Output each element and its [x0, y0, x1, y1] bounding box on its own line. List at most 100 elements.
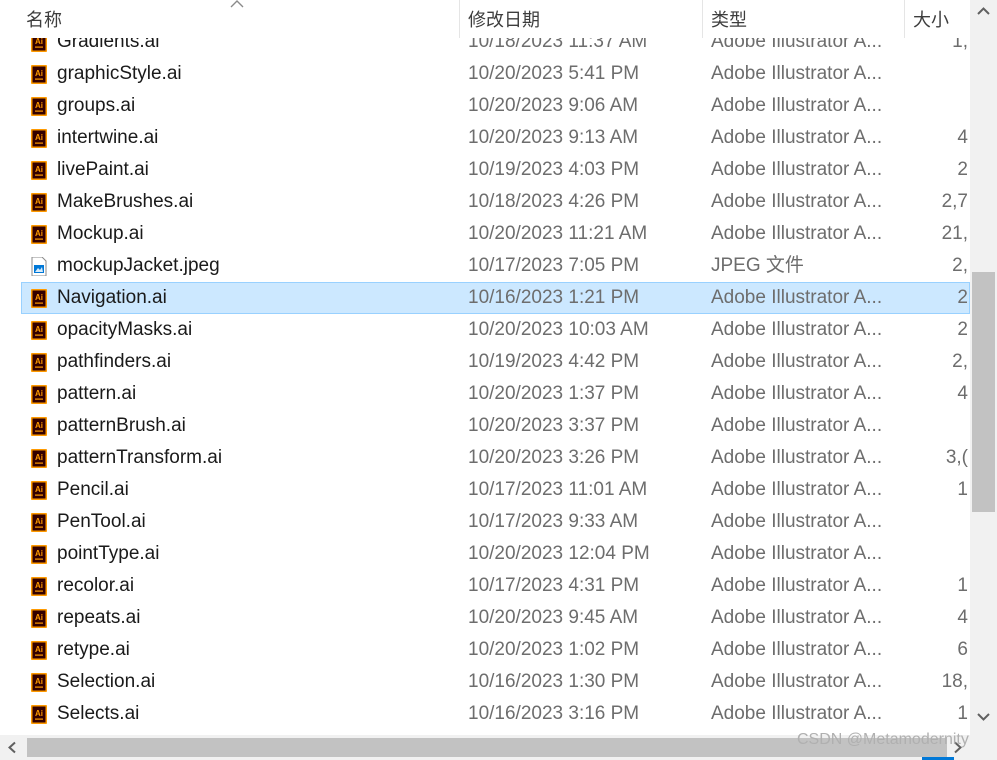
file-date: 10/20/2023 9:06 AM [468, 95, 639, 116]
vertical-scrollbar-thumb[interactable] [972, 272, 995, 512]
file-type: Adobe Illustrator A... [711, 223, 883, 244]
file-row[interactable]: Ai groups.ai 10/20/2023 9:06 AM Adobe Illus… [21, 90, 970, 122]
ai-file-icon: Ai [31, 673, 47, 692]
file-row[interactable]: Ai pathfinders.ai 10/19/2023 4:42 PM Adobe … [21, 346, 970, 378]
file-row[interactable]: Ai livePaint.ai 10/19/2023 4:03 PM Adobe Il… [21, 154, 970, 186]
file-size: 18, [941, 671, 968, 692]
file-row[interactable]: mockupJacket.jpeg 10/17/2023 7:05 PM JPEG … [21, 250, 970, 282]
file-size: 2, [952, 255, 968, 276]
file-name: intertwine.ai [57, 127, 159, 148]
file-size: 21, [941, 223, 968, 244]
ai-file-icon: Ai [31, 225, 47, 244]
column-header-name[interactable]: 名称 [26, 0, 226, 38]
ai-file-icon: Ai [31, 609, 47, 628]
file-name: patternTransform.ai [57, 447, 223, 468]
file-row[interactable]: Ai Selects.ai 10/16/2023 3:16 PM Adobe Illu… [21, 698, 970, 730]
file-size: 2 [957, 159, 968, 180]
file-name: Navigation.ai [57, 287, 167, 308]
column-divider[interactable] [459, 0, 460, 38]
file-date: 10/19/2023 4:03 PM [468, 159, 640, 180]
file-size [911, 90, 968, 122]
file-row[interactable]: Ai pattern.ai 10/20/2023 1:37 PM Adobe Illu… [21, 378, 970, 410]
scroll-up-arrow-icon[interactable] [976, 6, 991, 16]
file-row[interactable]: Ai pointType.ai 10/20/2023 12:04 PM Adobe I… [21, 538, 970, 570]
ai-file-icon: Ai [31, 577, 47, 596]
column-divider[interactable] [702, 0, 703, 38]
file-name: Selection.ai [57, 671, 156, 692]
file-name: pattern.ai [57, 383, 137, 404]
sort-ascending-icon [230, 0, 244, 8]
file-date: 10/17/2023 9:33 AM [468, 511, 639, 532]
file-date: 10/20/2023 12:04 PM [468, 543, 650, 564]
file-row[interactable]: Ai repeats.ai 10/20/2023 9:45 AM Adobe Illu… [21, 602, 970, 634]
file-date: 10/17/2023 4:31 PM [468, 575, 640, 596]
file-name: PenTool.ai [57, 511, 146, 532]
file-row[interactable]: Ai recolor.ai 10/17/2023 4:31 PM Adobe Illu… [21, 570, 970, 602]
vertical-scrollbar[interactable] [970, 0, 997, 735]
svg-text:Ai: Ai [35, 421, 43, 430]
file-row[interactable]: Ai Pencil.ai 10/17/2023 11:01 AM Adobe Illu… [21, 474, 970, 506]
file-row[interactable]: Ai opacityMasks.ai 10/20/2023 10:03 AM Adob… [21, 314, 970, 346]
scroll-left-arrow-icon[interactable] [7, 741, 17, 754]
file-name: graphicStyle.ai [57, 63, 182, 84]
file-name: opacityMasks.ai [57, 319, 193, 340]
file-size: 2 [957, 287, 968, 308]
file-row[interactable]: Ai patternBrush.ai 10/20/2023 3:37 PM Adobe… [21, 410, 970, 442]
file-type: Adobe Illustrator A... [711, 479, 883, 500]
file-date: 10/20/2023 1:02 PM [468, 639, 640, 660]
ai-file-icon: Ai [31, 513, 47, 532]
svg-text:Ai: Ai [35, 293, 43, 302]
svg-text:Ai: Ai [35, 613, 43, 622]
svg-text:Ai: Ai [35, 453, 43, 462]
ai-file-icon: Ai [31, 193, 47, 212]
file-size [911, 58, 968, 90]
file-name: recolor.ai [57, 575, 135, 596]
scroll-down-arrow-icon[interactable] [976, 712, 991, 722]
svg-text:Ai: Ai [35, 709, 43, 718]
file-row[interactable]: Ai MakeBrushes.ai 10/18/2023 4:26 PM Adobe … [21, 186, 970, 218]
svg-text:Ai: Ai [35, 357, 43, 366]
file-row[interactable]: Ai patternTransform.ai 10/20/2023 3:26 PM A… [21, 442, 970, 474]
ai-file-icon: Ai [31, 449, 47, 468]
file-date: 10/20/2023 9:13 AM [468, 127, 639, 148]
column-header-type[interactable]: 类型 [711, 0, 891, 38]
column-header-date[interactable]: 修改日期 [468, 0, 688, 38]
file-type: Adobe Illustrator A... [711, 383, 883, 404]
file-row[interactable]: Ai Navigation.ai 10/16/2023 1:21 PM Adobe I… [21, 282, 970, 314]
file-size: 2, [952, 351, 968, 372]
file-row[interactable]: Ai Mockup.ai 10/20/2023 11:21 AM Adobe Illu… [21, 218, 970, 250]
svg-text:Ai: Ai [35, 37, 43, 46]
svg-text:Ai: Ai [35, 581, 43, 590]
ai-file-icon: Ai [31, 289, 47, 308]
file-list: Ai Gradients.ai 10/18/2023 11:37 AM Adobe I… [0, 0, 970, 730]
file-size: 6 [957, 639, 968, 660]
file-type: Adobe Illustrator A... [711, 511, 883, 532]
watermark: CSDN @Metamodernity [797, 731, 969, 748]
file-date: 10/16/2023 1:21 PM [468, 287, 640, 308]
file-date: 10/17/2023 7:05 PM [468, 255, 640, 276]
file-type: Adobe Illustrator A... [711, 63, 883, 84]
file-row[interactable]: Ai retype.ai 10/20/2023 1:02 PM Adobe Illus… [21, 634, 970, 666]
column-divider[interactable] [904, 0, 905, 38]
svg-text:Ai: Ai [35, 133, 43, 142]
file-row[interactable]: Ai Selection.ai 10/16/2023 1:30 PM Adobe Il… [21, 666, 970, 698]
ai-file-icon: Ai [31, 97, 47, 116]
file-size [911, 410, 968, 442]
file-size: 1 [957, 575, 968, 596]
file-type: Adobe Illustrator A... [711, 575, 883, 596]
file-row[interactable]: Ai PenTool.ai 10/17/2023 9:33 AM Adobe Illu… [21, 506, 970, 538]
file-row[interactable]: Ai graphicStyle.ai 10/20/2023 5:41 PM Adobe… [21, 58, 970, 90]
ai-file-icon: Ai [31, 129, 47, 148]
svg-text:Ai: Ai [35, 197, 43, 206]
column-header-size[interactable]: 大小 [913, 0, 970, 38]
file-row[interactable]: Ai intertwine.ai 10/20/2023 9:13 AM Adobe I… [21, 122, 970, 154]
file-name: pointType.ai [57, 543, 160, 564]
file-size: 4 [957, 383, 968, 404]
ai-file-icon: Ai [31, 545, 47, 564]
file-type: Adobe Illustrator A... [711, 319, 883, 340]
file-date: 10/16/2023 1:30 PM [468, 671, 640, 692]
svg-text:Ai: Ai [35, 517, 43, 526]
ai-file-icon: Ai [31, 161, 47, 180]
file-name: livePaint.ai [57, 159, 149, 180]
file-type: Adobe Illustrator A... [711, 159, 883, 180]
